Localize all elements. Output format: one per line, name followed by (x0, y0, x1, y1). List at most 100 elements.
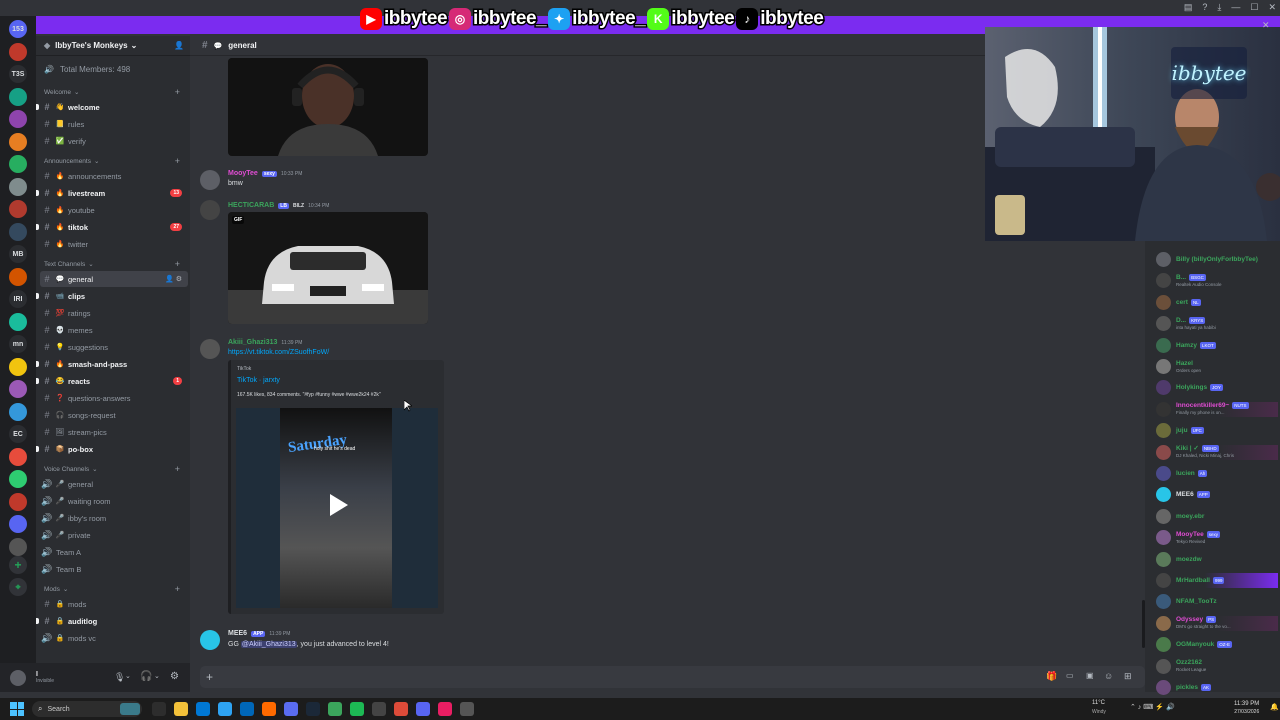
store-icon[interactable] (218, 702, 232, 716)
message-author[interactable]: MEE6 (228, 630, 247, 637)
member-item[interactable]: D... KRYS inta hayati ya habibi (1156, 316, 1278, 332)
channel-ibby-s-room[interactable]: 🔊 🎤 ibby's room (40, 510, 188, 526)
weather-widget[interactable]: 11°C Windy (1092, 699, 1106, 717)
member-item[interactable]: OGManyouk OZ-E (1156, 637, 1278, 653)
member-item[interactable]: Odyssey PS DM's go straight to the vo... (1156, 615, 1278, 631)
windows-start-icon[interactable] (10, 702, 24, 716)
server-icon[interactable] (9, 537, 27, 556)
member-item[interactable]: Holykings JOY (1156, 380, 1278, 396)
channel-rules[interactable]: # 📒 rules (40, 116, 188, 132)
video-player[interactable]: Saturday holy shit he's dead (236, 408, 438, 608)
gift-icon[interactable]: 🎁 (1046, 671, 1057, 682)
channel-livestream[interactable]: # 🔥 livestream 13 (36, 185, 188, 201)
channel-youtube[interactable]: # 🔥 youtube (40, 202, 188, 218)
channel-memes[interactable]: # 💀 memes (40, 322, 188, 338)
channel-welcome[interactable]: # 👋 welcome (36, 99, 188, 115)
social-handle-twitter[interactable]: ✦ ibbytee_ (548, 7, 647, 31)
channel-po-box[interactable]: # 📦 po-box (36, 441, 188, 457)
spotify-icon[interactable] (350, 702, 364, 716)
server-header[interactable]: ◆ IbbyTee's Monkeys ⌄ 👤 (36, 36, 190, 56)
help-icon[interactable]: ? (1202, 2, 1207, 13)
server-icon[interactable] (9, 42, 27, 61)
channel-announcements[interactable]: # 🔥 announcements (40, 168, 188, 184)
emoji-icon[interactable]: ☺ (1104, 671, 1113, 681)
headphones-icon[interactable]: 🎧 (140, 671, 152, 682)
channel-private[interactable]: 🔊 🎤 private (40, 527, 188, 543)
member-item[interactable]: Hamzy LKOT (1156, 337, 1278, 353)
server-icon[interactable]: 153 (9, 20, 27, 38)
add-attachment-icon[interactable]: + (206, 670, 213, 684)
discover-icon[interactable]: ⌖ (9, 578, 27, 596)
message-author[interactable]: MooyTee (228, 170, 258, 177)
member-item[interactable]: Hazel Orders open (1156, 359, 1278, 374)
taskbar-search[interactable]: ⌕ Search (32, 701, 142, 717)
server-icon[interactable] (9, 267, 27, 286)
maximize-button[interactable]: ☐ (1250, 2, 1258, 13)
avatar[interactable] (200, 200, 220, 220)
steam-icon[interactable] (306, 702, 320, 716)
channel-reacts[interactable]: # 😂 reacts 1 (36, 373, 188, 389)
social-handle-youtube[interactable]: ▶ ibbytee (360, 7, 449, 31)
server-icon[interactable] (9, 312, 27, 331)
inbox-icon[interactable]: ▤ (1184, 2, 1193, 13)
file-explorer-icon[interactable] (174, 702, 188, 716)
brave-icon[interactable] (262, 702, 276, 716)
channel-team-b[interactable]: 🔊 Team B (40, 561, 188, 577)
server-icon[interactable] (9, 222, 27, 241)
avatar[interactable] (200, 630, 220, 650)
server-icon[interactable] (9, 177, 27, 196)
xbox-icon[interactable] (328, 702, 342, 716)
chevron-down-icon[interactable]: ⌄ (154, 672, 160, 680)
member-item[interactable]: cert NL (1156, 294, 1278, 310)
task-view-icon[interactable] (152, 702, 166, 716)
channel-songs-request[interactable]: # 🎧 songs-request (40, 407, 188, 423)
channel-general[interactable]: # 💬 general 👤 ⚙ (40, 271, 188, 287)
channel-clips[interactable]: # 📹 clips (36, 288, 188, 304)
avatar[interactable] (10, 669, 26, 686)
category-voice-channels[interactable]: Voice Channels ⌄ + (44, 464, 184, 474)
chevron-down-icon[interactable]: ⌄ (125, 672, 131, 680)
add-member-icon[interactable]: 👤 (174, 41, 184, 50)
minimize-button[interactable]: — (1231, 2, 1240, 13)
embed-title-link[interactable]: TikTok · jarxty (237, 377, 280, 384)
member-item[interactable]: moezdw (1156, 551, 1278, 567)
image-attachment[interactable] (228, 58, 428, 156)
member-item[interactable]: NFAM_TooTz (1156, 594, 1278, 610)
apps-icon[interactable]: ⊞ (1124, 671, 1132, 682)
server-icon[interactable] (9, 447, 27, 466)
edge-icon[interactable] (196, 702, 210, 716)
member-item[interactable]: Kiki | ✓ NBHD DJ Khaled, Nicki Minaj, Chri… (1156, 444, 1278, 460)
add-channel-icon[interactable]: + (175, 464, 180, 474)
obs-icon[interactable] (460, 702, 474, 716)
add-channel-icon[interactable]: + (175, 87, 180, 97)
download-icon[interactable]: ⤓ (1217, 2, 1221, 13)
channel-smash-and-pass[interactable]: # 🔥 smash-and-pass (36, 356, 188, 372)
member-item[interactable]: pickles AK (1156, 680, 1278, 695)
close-button[interactable]: ✕ (1268, 2, 1276, 13)
tiktok-app-icon[interactable] (438, 702, 452, 716)
notification-icon[interactable]: 🔔 (1270, 703, 1279, 711)
server-icon[interactable] (9, 132, 27, 151)
avatar[interactable] (200, 170, 220, 190)
channel-waiting-room[interactable]: 🔊 🎤 waiting room (40, 493, 188, 509)
channel-suggestions[interactable]: # 💡 suggestions (40, 339, 188, 355)
gif-icon[interactable]: ▭ (1066, 671, 1074, 680)
add-channel-icon[interactable]: + (175, 259, 180, 269)
channel-ratings[interactable]: # 💯 ratings (40, 305, 188, 321)
channel-general[interactable]: 🔊 🎤 general (40, 476, 188, 492)
social-handle-tiktok[interactable]: ♪ ibbytee (736, 7, 825, 31)
channel-team-a[interactable]: 🔊 Team A (40, 544, 188, 560)
member-item[interactable]: Ozz2162 Rocket League (1156, 658, 1278, 674)
server-icon[interactable] (9, 380, 27, 398)
server-icon[interactable] (9, 470, 27, 488)
member-item[interactable]: Innocentkiller69~ NUTS Finally my phone is… (1156, 401, 1278, 417)
discord-icon[interactable] (416, 702, 430, 716)
teams-icon[interactable] (284, 702, 298, 716)
member-item[interactable]: MrHardball 999 (1156, 573, 1278, 588)
add-channel-icon[interactable]: + (175, 584, 180, 594)
server-icon[interactable] (9, 402, 27, 421)
server-icon[interactable] (9, 87, 27, 106)
category-welcome[interactable]: Welcome ⌄ + (44, 87, 184, 97)
message-composer[interactable]: + 🎁 ▭ ▣ ☺ ⊞ (200, 666, 1145, 688)
channel-tiktok[interactable]: # 🔥 tiktok 27 (36, 219, 188, 235)
